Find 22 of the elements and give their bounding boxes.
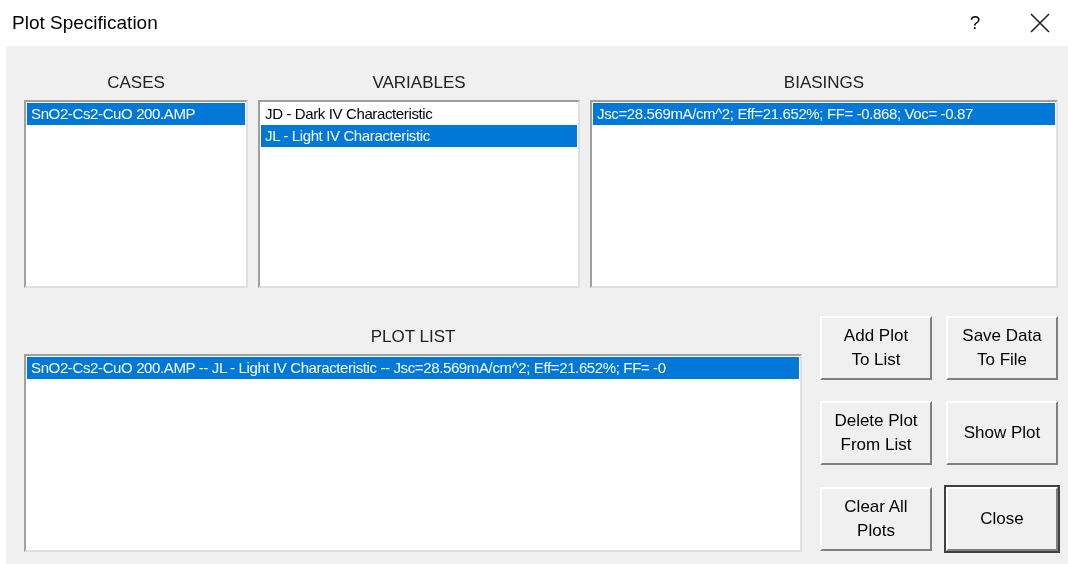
- window-title: Plot Specification: [12, 10, 158, 35]
- list-title: CASES: [107, 72, 165, 95]
- list-item[interactable]: JL - Light IV Characteristic: [261, 125, 577, 147]
- help-button[interactable]: ?: [960, 8, 990, 38]
- list-title: PLOT LIST: [370, 326, 456, 349]
- dialog-button[interactable]: Close: [946, 486, 1058, 551]
- list-item[interactable]: Jsc=28.569mA/cm^2; Eff=21.652%; FF= -0.868; Voc= -0.87: [593, 103, 1055, 125]
- list-box[interactable]: SnO2-Cs2-CuO 200.AMP -- JL - Light IV Characteristic -- Jsc=28.569mA/cm^2; Eff=21.652%; FF= -0: [24, 354, 802, 552]
- list-item[interactable]: SnO2-Cs2-CuO 200.AMP: [27, 103, 245, 125]
- list-box[interactable]: JD - Dark IV Characteristic JL - Light IV Characteristic: [258, 100, 580, 288]
- dialog-button[interactable]: Save Data To File: [946, 316, 1058, 380]
- dialog-button[interactable]: Show Plot: [946, 401, 1058, 466]
- list-title: VARIABLES: [372, 72, 466, 95]
- list-box[interactable]: Jsc=28.569mA/cm^2; Eff=21.652%; FF= -0.868; Voc= -0.87: [590, 100, 1058, 288]
- dialog-button[interactable]: Delete Plot From List: [820, 401, 932, 466]
- dialog-button[interactable]: Add Plot To List: [820, 316, 932, 380]
- close-icon[interactable]: [1028, 11, 1052, 35]
- list-box[interactable]: SnO2-Cs2-CuO 200.AMP: [24, 100, 248, 288]
- list-item[interactable]: SnO2-Cs2-CuO 200.AMP -- JL - Light IV Characteristic -- Jsc=28.569mA/cm^2; Eff=21.652%; FF= -0: [27, 357, 799, 379]
- dialog-button[interactable]: Clear All Plots: [820, 486, 932, 551]
- list-item[interactable]: JD - Dark IV Characteristic: [261, 103, 577, 125]
- list-title: BIASINGS: [783, 72, 865, 95]
